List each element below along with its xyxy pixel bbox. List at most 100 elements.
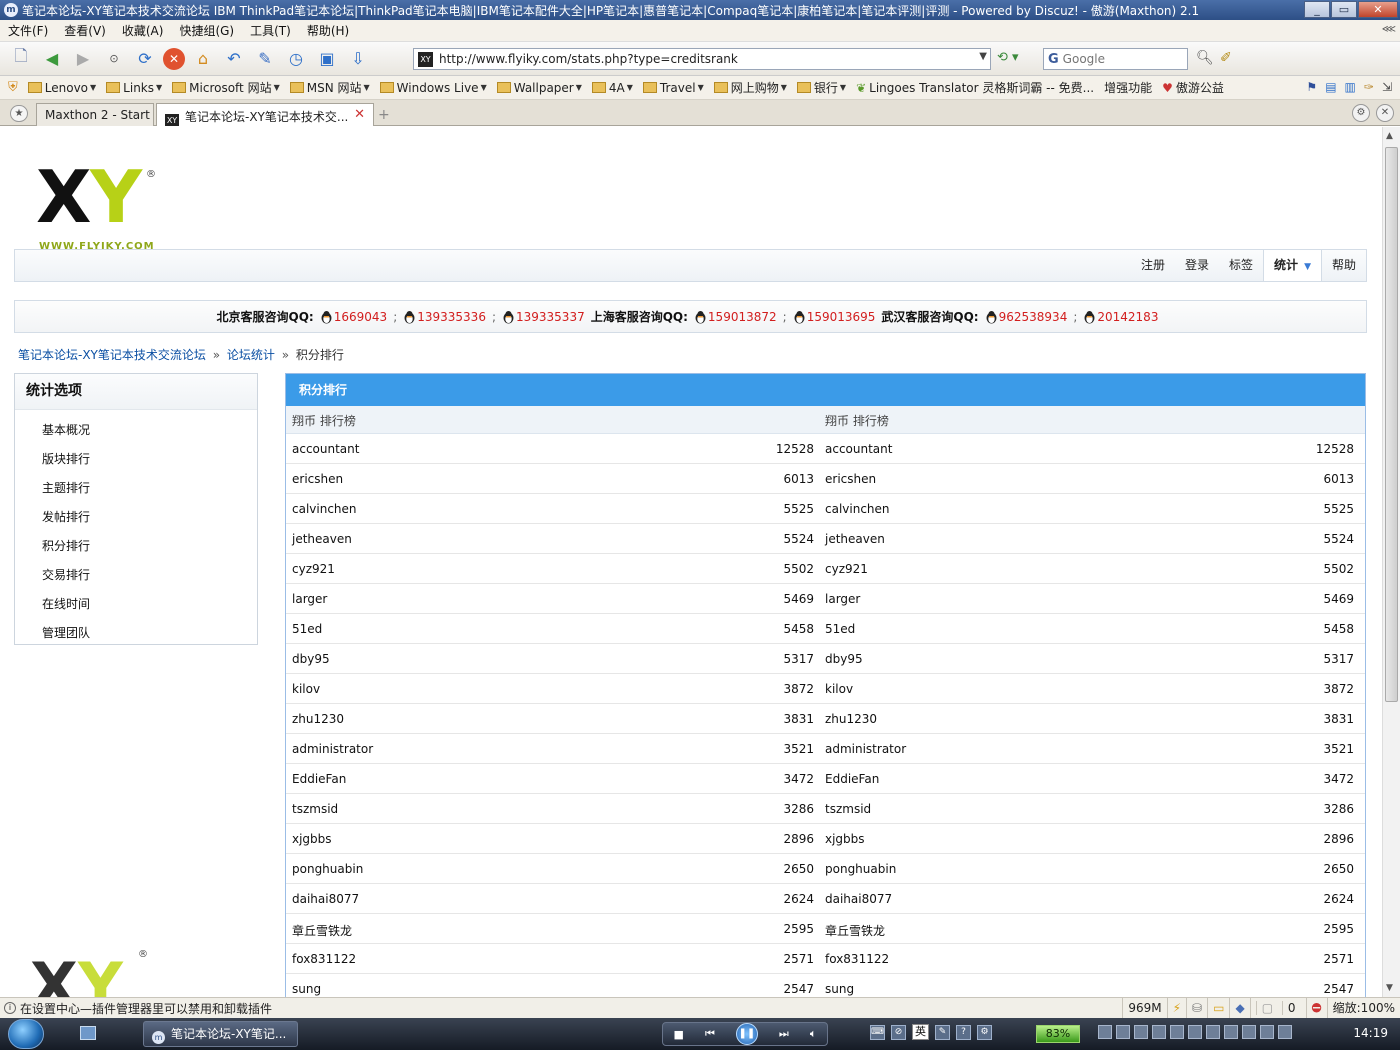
scroll-up-icon[interactable]: ▲: [1386, 131, 1393, 141]
qq-number-link[interactable]: 159013695: [807, 310, 876, 324]
rank-name-col1[interactable]: administrator: [292, 742, 373, 756]
flag-icon[interactable]: ⚑: [1306, 80, 1317, 94]
rank-name-col2[interactable]: tszmsid: [825, 802, 871, 816]
update-tray-icon[interactable]: [1224, 1025, 1238, 1039]
rank-name-col2[interactable]: fox831122: [825, 952, 889, 966]
tab-forum[interactable]: XY 笔记本论坛-XY笔记本技术交... ✕: [156, 103, 374, 126]
page-icon[interactable]: ▥: [1345, 80, 1356, 94]
maxthon-tray-icon[interactable]: [1134, 1025, 1148, 1039]
google-engine-icon[interactable]: G: [1048, 52, 1059, 67]
rank-name-col1[interactable]: xjgbbs: [292, 832, 332, 846]
menu-file[interactable]: 文件(F): [0, 22, 56, 39]
breadcrumb-stats-link[interactable]: 论坛统计: [227, 348, 275, 362]
rank-name-col1[interactable]: tszmsid: [292, 802, 338, 816]
proxy-icon[interactable]: ⛁: [1186, 998, 1207, 1018]
highlight-icon[interactable]: ✐: [1220, 50, 1232, 66]
rank-name-col2[interactable]: administrator: [825, 742, 906, 756]
search-input[interactable]: [1062, 52, 1173, 66]
bookmark-aoyou[interactable]: ♥ 傲游公益: [1162, 79, 1224, 96]
menu-chevron-icon[interactable]: ⋘: [1382, 24, 1396, 35]
undo-close-icon[interactable]: ↶: [221, 47, 247, 71]
tab-close-icon[interactable]: ✕: [354, 107, 365, 122]
rank-name-col2[interactable]: dby95: [825, 652, 863, 666]
download-icon[interactable]: ⇩: [345, 47, 371, 71]
address-bar[interactable]: XY ▼: [413, 48, 991, 70]
qq-number-link[interactable]: 1669043: [334, 310, 387, 324]
tab-maxthon-start[interactable]: Maxthon 2 - Start: [36, 103, 154, 126]
taskbar-clock[interactable]: 14:19: [1353, 1026, 1388, 1040]
menu-groups[interactable]: 快捷组(G): [171, 22, 242, 39]
page-scrollbar[interactable]: ▲ ▼: [1382, 127, 1400, 997]
sidebar-item-trade-rank[interactable]: 交易排行: [15, 561, 257, 590]
network-icon[interactable]: [1098, 1025, 1112, 1039]
rank-name-col2[interactable]: ponghuabin: [825, 862, 896, 876]
sidebar-item-thread-rank[interactable]: 主题排行: [15, 474, 257, 503]
rank-name-col1[interactable]: EddieFan: [292, 772, 346, 786]
menu-view[interactable]: 查看(V): [56, 22, 114, 39]
nav-login[interactable]: 登录: [1175, 250, 1219, 281]
menu-tools[interactable]: 工具(T): [242, 22, 299, 39]
sidebar-item-post-rank[interactable]: 发帖排行: [15, 503, 257, 532]
memory-indicator[interactable]: 969M: [1122, 998, 1166, 1018]
menu-favorites[interactable]: 收藏(A): [114, 22, 172, 39]
settings-icon[interactable]: ⚙: [977, 1024, 992, 1040]
antivirus-tray-icon[interactable]: [1206, 1025, 1220, 1039]
bookmark-folder-wallpaper[interactable]: Wallpaper ▼: [496, 81, 582, 95]
rank-name-col1[interactable]: larger: [292, 592, 327, 606]
show-desktop-icon[interactable]: [80, 1026, 96, 1040]
rank-name-col2[interactable]: EddieFan: [825, 772, 879, 786]
notes-icon[interactable]: ▤: [1325, 80, 1336, 94]
bookmark-folder-microsoft[interactable]: Microsoft 网站 ▼: [172, 79, 280, 96]
nav-help[interactable]: 帮助: [1322, 250, 1366, 281]
window-title-bar[interactable]: m 笔记本论坛-XY笔记本技术交流论坛 IBM ThinkPad笔记本论坛|Th…: [0, 0, 1400, 20]
rank-name-col1[interactable]: cyz921: [292, 562, 335, 576]
rank-name-col1[interactable]: daihai8077: [292, 892, 359, 906]
rank-name-col1[interactable]: dby95: [292, 652, 330, 666]
rank-name-col2[interactable]: sung: [825, 982, 854, 996]
start-button[interactable]: [8, 1019, 44, 1049]
history-dropdown-icon[interactable]: ⊙: [101, 47, 127, 71]
rank-name-col1[interactable]: calvinchen: [292, 502, 357, 516]
ime-indicator[interactable]: 英: [912, 1024, 929, 1040]
bookmark-folder-4a[interactable]: 4A ▼: [591, 81, 633, 95]
search-icon[interactable]: 🔍︎: [1196, 50, 1214, 66]
help-icon[interactable]: ?: [956, 1024, 971, 1040]
bookmark-folder-links[interactable]: Links ▼: [106, 81, 162, 95]
adblock-icon[interactable]: ◆: [1229, 998, 1249, 1018]
sidebar-item-credits-rank[interactable]: 积分排行: [15, 532, 257, 561]
menu-help[interactable]: 帮助(H): [299, 22, 357, 39]
folder-status-icon[interactable]: ▭: [1207, 998, 1229, 1018]
lightning-icon[interactable]: ⚡: [1166, 998, 1186, 1018]
address-input[interactable]: [439, 52, 959, 66]
tab-tools-icon[interactable]: ⚙: [1352, 104, 1370, 122]
close-window-button[interactable]: ✕: [1358, 1, 1398, 18]
bookmark-folder-travel[interactable]: Travel ▼: [642, 81, 704, 95]
new-page-icon[interactable]: 🗋: [8, 46, 34, 71]
rank-name-col1[interactable]: zhu1230: [292, 712, 344, 726]
maximize-button[interactable]: ▭: [1331, 1, 1357, 18]
tab-pin-icon[interactable]: ★: [10, 105, 28, 122]
breadcrumb-home-link[interactable]: 笔记本论坛-XY笔记本技术交流论坛: [18, 348, 206, 362]
nav-stats[interactable]: 统计 ▼: [1263, 250, 1322, 281]
media-stop-icon[interactable]: ■: [674, 1028, 684, 1041]
qq-number-link[interactable]: 159013872: [708, 310, 777, 324]
rank-name-col2[interactable]: zhu1230: [825, 712, 877, 726]
media-prev-icon[interactable]: ⏮: [705, 1027, 715, 1041]
rank-name-col2[interactable]: ericshen: [825, 472, 876, 486]
qq-tray-icon[interactable]: [1152, 1025, 1166, 1039]
volume-tray-icon[interactable]: [1278, 1025, 1292, 1039]
bookmark-folder-windows-live[interactable]: Windows Live ▼: [379, 81, 487, 95]
forward-icon[interactable]: ▶: [70, 47, 96, 71]
search-box[interactable]: G: [1043, 48, 1188, 70]
rank-name-col2[interactable]: 章丘雪铁龙: [825, 922, 885, 939]
bookmark-enhance[interactable]: 增强功能: [1104, 79, 1152, 96]
address-dropdown-icon[interactable]: ▼: [979, 51, 987, 62]
site-logo[interactable]: X Y ® WWW.FLYIKY.COM: [36, 149, 166, 252]
nav-register[interactable]: 注册: [1131, 250, 1175, 281]
sidebar-item-forum-rank[interactable]: 版块排行: [15, 445, 257, 474]
rank-name-col2[interactable]: jetheaven: [825, 532, 885, 546]
rank-name-col1[interactable]: jetheaven: [292, 532, 352, 546]
new-tab-icon[interactable]: +: [378, 107, 390, 123]
scrollbar-thumb[interactable]: [1385, 147, 1398, 702]
rank-name-col2[interactable]: accountant: [825, 442, 892, 456]
